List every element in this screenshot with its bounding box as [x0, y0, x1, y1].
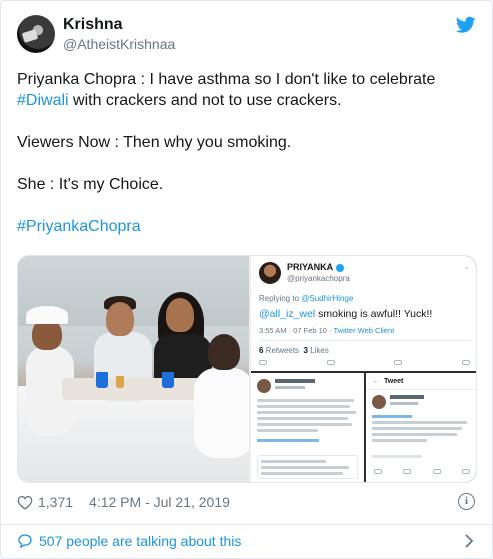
replying-to: @SudhirHinge: [301, 294, 354, 303]
deck-table: [62, 378, 212, 400]
embedded-stats: 6 Retweets 3 Likes: [259, 346, 329, 355]
mini-actions: [374, 469, 470, 477]
tweet-text: Priyanka Chopra : I have asthma so I don…: [17, 69, 477, 258]
reply-icon: [374, 469, 382, 474]
embedded-tweet-screenshot: PRIYANKA @priyankachopra ⌄ Replying to @…: [251, 256, 476, 371]
share-icon: [461, 469, 470, 474]
mini-link-bar: [257, 439, 319, 442]
retweets-count: 6: [259, 346, 264, 355]
mini-handle-bar: [275, 386, 305, 389]
like-count[interactable]: 1,371: [38, 494, 73, 510]
chevron-right-icon[interactable]: [464, 532, 474, 550]
mini-quoted-lines: [261, 460, 354, 478]
embedded-name: PRIYANKA: [287, 262, 345, 272]
hashtag-priyankachopra-link[interactable]: #PriyankaChopra: [17, 218, 141, 235]
person-4: [194, 368, 249, 458]
embedded-meta: 3:55 AM · 07 Feb 10 · Twitter Web Client: [259, 326, 394, 335]
embedded-actions: [259, 360, 470, 368]
embedded-time: 3:55 AM · 07 Feb 10 ·: [259, 326, 334, 335]
media-grid: PRIYANKA @priyankachopra ⌄ Replying to @…: [17, 255, 477, 483]
user-handle[interactable]: @AtheistKrishnaa: [63, 36, 175, 52]
blue-cup: [96, 372, 108, 388]
tweet-line1-suffix: with crackers and not to use crackers.: [68, 92, 342, 109]
person-2-head: [106, 302, 134, 336]
like-icon: [432, 469, 441, 474]
mini-link-bar: [372, 415, 412, 418]
talking-text: 507 people are talking about this: [39, 533, 242, 549]
screenshot-collage[interactable]: PRIYANKA @priyankachopra ⌄ Replying to @…: [251, 256, 476, 482]
mini-text-lines: [257, 399, 358, 435]
embedded-replying: Replying to @SudhirHinge: [259, 294, 353, 303]
verified-badge-icon: [336, 263, 345, 272]
person-3-head: [166, 298, 194, 332]
tweet-paragraph-3: She : It's my Choice.: [17, 176, 164, 193]
drink-glass: [116, 376, 124, 388]
tweet-paragraph-1: Priyanka Chopra : I have asthma so I don…: [17, 69, 477, 111]
mini-handle-bar: [390, 402, 418, 405]
tweet-stats: 1,371 4:12 PM - Jul 21, 2019: [17, 492, 230, 512]
avatar-camera: [21, 29, 39, 43]
retweets-label: Retweets: [265, 346, 300, 355]
embedded-mention: @all_iz_wel: [259, 308, 316, 320]
blue-cup: [162, 372, 174, 388]
mini-text-lines: [372, 421, 472, 445]
avatar[interactable]: [17, 15, 55, 53]
yacht-photo[interactable]: [18, 256, 249, 482]
conversation-link[interactable]: 507 people are talking about this: [17, 533, 241, 549]
divider: [366, 389, 476, 390]
like-icon: [394, 360, 403, 365]
embedded-name-text: PRIYANKA: [287, 262, 334, 272]
mini-meta-line: [372, 455, 472, 461]
chevron-down-icon: ⌄: [463, 262, 470, 271]
embedded-client: Twitter Web Client: [333, 326, 395, 335]
divider: [1, 524, 492, 525]
share-icon: [461, 360, 470, 365]
back-arrow-icon: ←: [372, 378, 379, 385]
captain-hat: [26, 306, 68, 324]
likes-label: Likes: [310, 346, 329, 355]
embedded-text: @all_iz_wel smoking is awful!! Yuck!!: [259, 308, 432, 320]
embedded-avatar: [259, 262, 281, 284]
embedded-handle: @priyankachopra: [287, 274, 350, 283]
retweet-icon: [403, 469, 412, 474]
tweet-paragraph-2: Viewers Now : Then why you smoking.: [17, 134, 292, 151]
likes-count: 3: [303, 346, 308, 355]
mini-title: Tweet: [384, 378, 404, 385]
left-tweet-screenshot: [251, 373, 364, 482]
mini-name-bar: [275, 379, 315, 383]
mini-avatar: [372, 395, 386, 409]
tweet-line1-prefix: Priyanka Chopra : I have asthma so I don…: [17, 71, 436, 88]
mini-name-bar: [390, 395, 424, 399]
twitter-bird-icon[interactable]: [456, 16, 476, 34]
person-4-head: [208, 334, 240, 370]
replying-prefix: Replying to: [259, 294, 302, 303]
timestamp[interactable]: 4:12 PM - Jul 21, 2019: [89, 494, 230, 510]
reply-icon: [259, 360, 267, 365]
tweet-paragraph-4: #PriyankaChopra: [17, 216, 477, 237]
heart-icon[interactable]: [17, 495, 33, 510]
mini-quoted-tweet: [257, 455, 358, 479]
right-tweet-screenshot: ← Tweet: [366, 373, 476, 482]
retweet-icon: [326, 360, 335, 365]
user-name[interactable]: Krishna: [63, 16, 123, 34]
mini-avatar: [257, 379, 271, 393]
hashtag-diwali-link[interactable]: #Diwali: [17, 92, 69, 109]
tweet-card: Krishna @AtheistKrishnaa Priyanka Chopra…: [0, 0, 493, 559]
embedded-body: smoking is awful!! Yuck!!: [315, 308, 433, 320]
info-icon[interactable]: i: [458, 493, 475, 510]
divider: [259, 340, 470, 341]
speech-bubble-icon: [18, 534, 32, 549]
